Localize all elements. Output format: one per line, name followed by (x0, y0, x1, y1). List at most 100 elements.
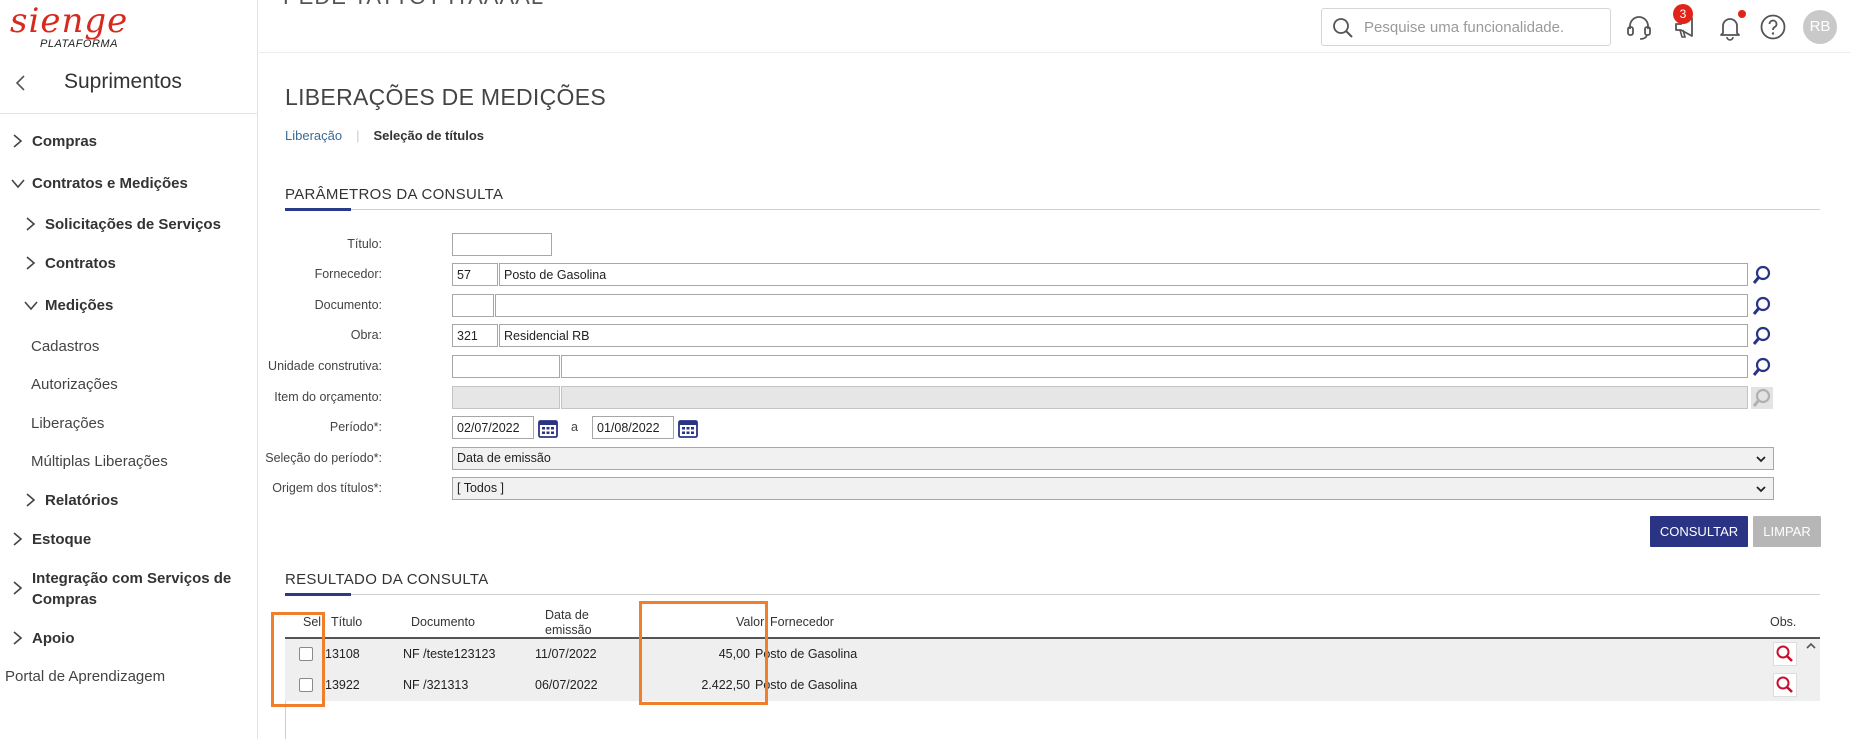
table-row[interactable]: 13922 NF /321313 06/07/2022 2.422,50 Pos… (285, 670, 1820, 701)
documento-label: Documento: (314, 298, 382, 312)
sidebar-item-compras[interactable]: Compras (10, 131, 97, 152)
params-section-header: PARÂMETROS DA CONSULTA (285, 180, 1820, 211)
chevron-right-icon (26, 493, 36, 507)
fornecedor-name-input[interactable] (499, 263, 1748, 286)
unidade-name-input[interactable] (561, 355, 1748, 378)
titulo-label: Título: (347, 237, 382, 251)
avatar[interactable]: RB (1803, 10, 1837, 44)
periodo-start-input[interactable] (452, 416, 534, 439)
search-box[interactable] (1321, 8, 1611, 46)
unidade-label: Unidade construtiva: (268, 359, 382, 373)
fornecedor-code-input[interactable] (452, 263, 498, 286)
sidebar-item-liberacoes[interactable]: Liberações (31, 415, 104, 432)
sidebar-item-label: Medições (45, 297, 114, 314)
lookup-search-icon[interactable] (1751, 356, 1773, 378)
chevron-right-icon (13, 581, 23, 595)
cell-documento: NF /teste123123 (403, 647, 496, 661)
breadcrumb-step-liberacao[interactable]: Liberação (285, 128, 342, 143)
selecao-periodo-select[interactable]: Data de emissão (452, 447, 1774, 470)
logo-subtitle: PLATAFORMA (40, 38, 118, 50)
row-select-checkbox[interactable] (299, 678, 313, 692)
sidebar-item-contratos[interactable]: Contratos (23, 253, 116, 274)
lookup-search-icon[interactable] (1751, 295, 1773, 317)
obs-button[interactable] (1773, 673, 1797, 697)
periodo-end-input[interactable] (592, 416, 674, 439)
sidebar-item-relatorios[interactable]: Relatórios (23, 490, 118, 511)
limpar-button[interactable]: LIMPAR (1753, 516, 1821, 547)
field-row-documento: Documento: (259, 294, 1850, 318)
titulo-input[interactable] (452, 233, 552, 256)
sidebar-item-label: Estoque (32, 531, 92, 548)
sidebar-item-contratos-medicoes[interactable]: Contratos e Medições (10, 173, 188, 194)
breadcrumb-step-selecao: Seleção de títulos (373, 128, 485, 143)
chevron-down-icon (1756, 486, 1766, 493)
selecao-periodo-label: Seleção do período*: (265, 451, 382, 465)
field-row-origem: Origem dos títulos*: [ Todos ] (259, 477, 1850, 501)
sienge-logo[interactable]: sienge PLATAFORMA (10, 2, 150, 50)
result-section-header: RESULTADO DA CONSULTA (285, 565, 1820, 596)
calendar-icon[interactable] (537, 417, 559, 439)
cell-fornecedor: Posto de Gasolina (755, 678, 858, 692)
documento-code-input[interactable] (452, 294, 494, 317)
sidebar-item-solicitacoes-servicos[interactable]: Solicitações de Serviços (23, 214, 221, 235)
calendar-icon[interactable] (677, 417, 699, 439)
consultar-button[interactable]: CONSULTAR (1650, 516, 1748, 547)
main-content: LIBERAÇÕES DE MEDIÇÕES Liberação | Seleç… (259, 54, 1850, 739)
bell-alert-dot (1738, 10, 1746, 18)
lookup-search-icon[interactable] (1751, 264, 1773, 286)
chevron-down-icon (1756, 456, 1766, 463)
item-orcamento-name-input (561, 386, 1748, 409)
search-input[interactable] (1364, 15, 1604, 39)
logo-text: sienge (10, 1, 129, 41)
documento-name-input[interactable] (495, 294, 1748, 317)
row-select-checkbox[interactable] (299, 647, 313, 661)
scroll-up-icon[interactable] (1805, 640, 1817, 652)
sidebar-item-multiplas-liberacoes[interactable]: Múltiplas Liberações (31, 453, 168, 470)
obra-code-input[interactable] (452, 324, 498, 347)
lookup-search-icon[interactable] (1751, 325, 1773, 347)
search-icon (1333, 18, 1353, 38)
cell-fornecedor: Posto de Gasolina (755, 647, 858, 661)
sidebar-item-integracao[interactable]: Integração com Serviços de Compras (10, 568, 245, 610)
chevron-right-icon (26, 256, 36, 270)
obra-name-input[interactable] (499, 324, 1748, 347)
selecao-periodo-value: Data de emissão (457, 451, 551, 465)
table-row[interactable]: 13108 NF /teste123123 11/07/2022 45,00 P… (285, 639, 1820, 670)
cell-valor: 45,00 (718, 647, 750, 661)
field-row-unidade: Unidade construtiva: (259, 355, 1850, 379)
periodo-separator: a (571, 420, 578, 434)
fornecedor-label: Fornecedor: (314, 267, 382, 281)
result-section-title: RESULTADO DA CONSULTA (285, 571, 489, 588)
cell-documento: NF /321313 (403, 678, 469, 692)
origem-select[interactable]: [ Todos ] (452, 477, 1774, 500)
unidade-code-input[interactable] (452, 355, 560, 378)
help-icon[interactable] (1758, 12, 1788, 42)
page-title: LIBERAÇÕES DE MEDIÇÕES (285, 84, 607, 110)
sidebar-item-label: Contratos (45, 255, 116, 272)
chevron-left-icon[interactable] (10, 72, 32, 94)
sidebar-item-portal-aprendizagem[interactable]: Portal de Aprendizagem (5, 668, 165, 685)
periodo-label: Período*: (329, 420, 382, 434)
field-row-item-orcamento: Item do orçamento: (259, 386, 1850, 410)
chevron-right-icon (13, 532, 23, 546)
obra-label: Obra: (350, 328, 382, 342)
sidebar-item-autorizacoes[interactable]: Autorizações (31, 376, 118, 393)
sidebar-header: Suprimentos (0, 54, 258, 114)
section-accent-bar (285, 208, 351, 211)
sidebar-item-medicoes[interactable]: Medições (23, 295, 113, 316)
obs-button[interactable] (1773, 642, 1797, 666)
sidebar-item-apoio[interactable]: Apoio (10, 628, 75, 649)
sidebar-item-label: Compras (32, 133, 98, 150)
cell-titulo: 13108 (325, 647, 360, 661)
sidebar-item-cadastros[interactable]: Cadastros (31, 338, 99, 355)
field-row-obra: Obra: (259, 324, 1850, 348)
item-orcamento-label: Item do orçamento: (274, 390, 382, 404)
field-row-periodo: Período*: a (259, 416, 1850, 440)
field-row-fornecedor: Fornecedor: (259, 263, 1850, 287)
top-bar: PEDE TATTOT ITAAAAL 3 RB (259, 0, 1850, 53)
field-row-selecao-periodo: Seleção do período*: Data de emissão (259, 447, 1850, 471)
partial-heading: PEDE TATTOT ITAAAAL (283, 0, 544, 10)
origem-label: Origem dos títulos*: (272, 481, 382, 495)
headset-icon[interactable] (1624, 12, 1654, 42)
sidebar-item-estoque[interactable]: Estoque (10, 529, 91, 550)
